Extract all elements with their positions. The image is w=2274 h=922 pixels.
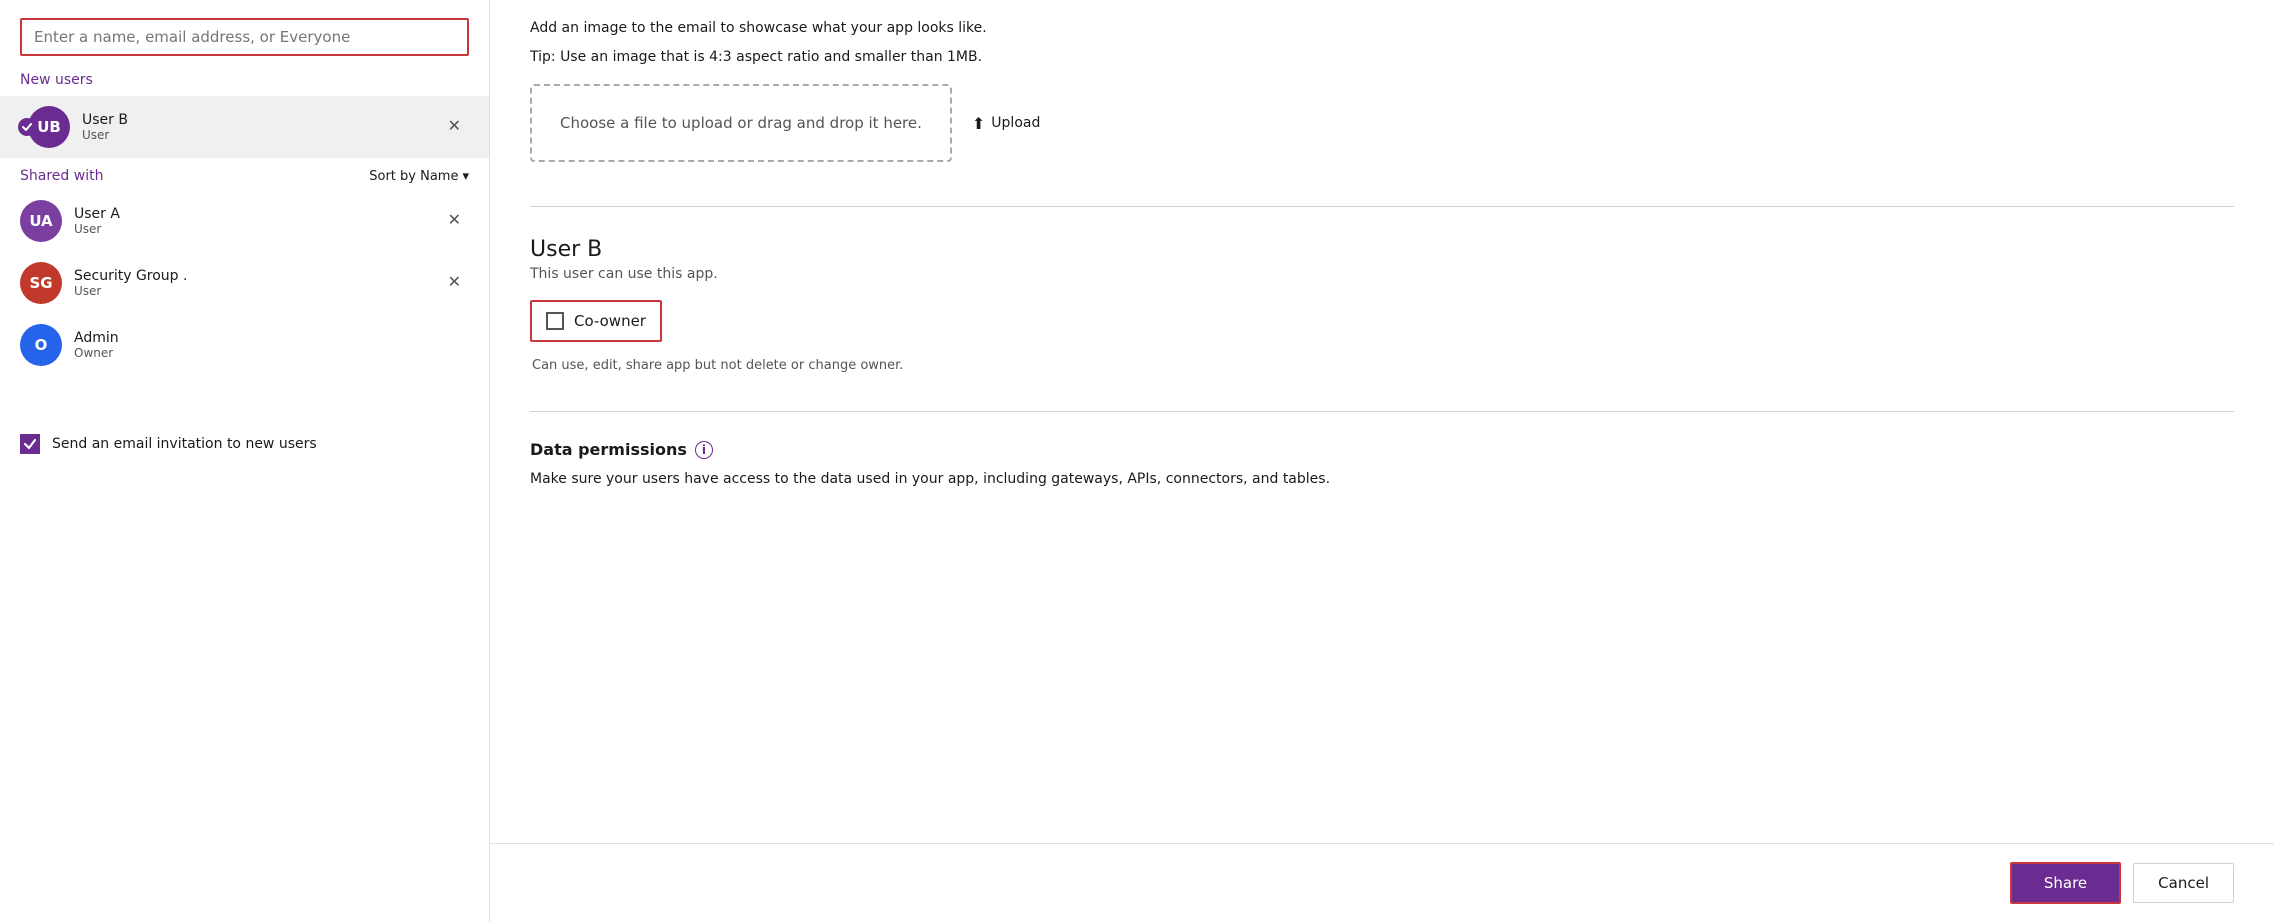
- user-name-sg: Security Group .: [74, 268, 440, 284]
- selected-user-row[interactable]: UB User B User ✕: [0, 96, 489, 158]
- avatar-sg: SG: [20, 262, 62, 304]
- upload-row: Choose a file to upload or drag and drop…: [530, 68, 2234, 178]
- user-role-sg: User: [74, 284, 440, 298]
- remove-user-a-button[interactable]: ✕: [440, 209, 469, 233]
- upload-button[interactable]: ⬆ Upload: [972, 114, 1040, 133]
- email-invitation-row: Send an email invitation to new users: [0, 416, 489, 472]
- remove-user-b-button[interactable]: ✕: [440, 115, 469, 139]
- user-role-admin: Owner: [74, 346, 469, 360]
- sort-by-label: Sort by Name: [369, 169, 458, 184]
- user-b-section: User B This user can use this app. Co-ow…: [530, 227, 2234, 391]
- user-info-ua: User A User: [74, 206, 440, 236]
- coowner-container: Co-owner: [530, 300, 2234, 350]
- data-permissions-desc: Make sure your users have access to the …: [530, 469, 1430, 490]
- selected-user-name: User B: [82, 112, 440, 128]
- tip-line-1: Add an image to the email to showcase wh…: [530, 10, 2234, 39]
- user-name-ua: User A: [74, 206, 440, 222]
- cancel-button[interactable]: Cancel: [2133, 863, 2234, 903]
- avatar-admin: O: [20, 324, 62, 366]
- user-info-sg: Security Group . User: [74, 268, 440, 298]
- upload-drop-zone[interactable]: Choose a file to upload or drag and drop…: [530, 84, 952, 162]
- sort-by-button[interactable]: Sort by Name ▾: [369, 169, 469, 184]
- share-button[interactable]: Share: [2010, 862, 2121, 904]
- shared-with-header: Shared with Sort by Name ▾: [0, 158, 489, 190]
- section-divider-1: [530, 206, 2234, 207]
- search-input-wrapper: [0, 0, 489, 66]
- user-row-admin[interactable]: O Admin Owner: [0, 314, 489, 376]
- coowner-label: Co-owner: [574, 312, 646, 330]
- user-name-admin: Admin: [74, 330, 469, 346]
- email-invitation-label: Send an email invitation to new users: [52, 436, 317, 452]
- selected-user-role: User: [82, 128, 440, 142]
- data-permissions-title: Data permissions: [530, 440, 687, 459]
- coowner-row[interactable]: Co-owner: [530, 300, 662, 342]
- selected-user-info: User B User: [82, 112, 440, 142]
- right-panel: Add an image to the email to showcase wh…: [490, 0, 2274, 922]
- avatar-ua: UA: [20, 200, 62, 242]
- coowner-checkbox[interactable]: [546, 312, 564, 330]
- user-info-admin: Admin Owner: [74, 330, 469, 360]
- bottom-bar: Share Cancel: [490, 843, 2274, 922]
- tip-line-2: Tip: Use an image that is 4:3 aspect rat…: [530, 39, 2234, 68]
- info-icon[interactable]: i: [695, 441, 713, 459]
- user-role-ua: User: [74, 222, 440, 236]
- remove-sg-button[interactable]: ✕: [440, 271, 469, 295]
- upload-btn-label: Upload: [991, 115, 1040, 131]
- search-input[interactable]: [20, 18, 469, 56]
- bottom-spacer: [530, 490, 2234, 580]
- user-b-description: This user can use this app.: [530, 266, 2234, 282]
- left-panel: New users UB User B User ✕ Shared with S…: [0, 0, 490, 922]
- upload-zone-text: Choose a file to upload or drag and drop…: [560, 114, 922, 132]
- sort-chevron-icon: ▾: [462, 169, 469, 184]
- coowner-hint: Can use, edit, share app but not delete …: [532, 358, 2234, 373]
- user-b-heading: User B: [530, 237, 2234, 262]
- upload-arrow-icon: ⬆: [972, 114, 985, 133]
- shared-with-label: Shared with: [20, 168, 103, 184]
- user-row-ua[interactable]: UA User A User ✕: [0, 190, 489, 252]
- check-overlay: [18, 118, 36, 136]
- new-users-label: New users: [0, 66, 489, 96]
- data-permissions-header: Data permissions i: [530, 440, 2234, 459]
- email-checkbox[interactable]: [20, 434, 40, 454]
- tip-section: Add an image to the email to showcase wh…: [530, 0, 2234, 68]
- user-row-sg[interactable]: SG Security Group . User ✕: [0, 252, 489, 314]
- section-divider-2: [530, 411, 2234, 412]
